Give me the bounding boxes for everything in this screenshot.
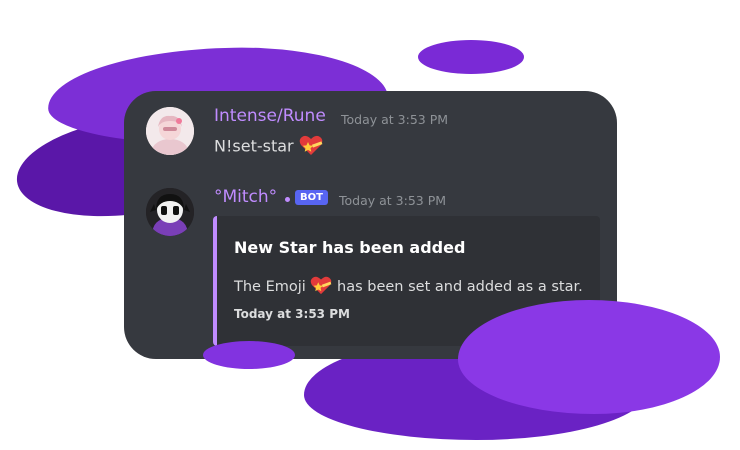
decor-blob	[418, 40, 524, 74]
author-name[interactable]: °Mitch°	[214, 187, 277, 207]
user-avatar[interactable]	[146, 107, 194, 155]
message-text: N!set-star	[214, 136, 294, 156]
message-content: N!set-star	[214, 134, 323, 160]
status-dot	[285, 197, 290, 202]
message-timestamp: Today at 3:53 PM	[341, 112, 449, 127]
star-heart-emoji-icon	[299, 134, 323, 160]
embed-desc-text: The Emoji	[234, 279, 306, 295]
bot-badge: BOT	[295, 190, 328, 205]
embed-footer: Today at 3:53 PM	[234, 307, 350, 321]
embed-description: The Emoji has been set and added as a st…	[234, 275, 583, 299]
message-timestamp: Today at 3:53 PM	[339, 193, 447, 208]
decor-blob	[203, 341, 295, 369]
bot-avatar[interactable]	[146, 188, 194, 236]
embed-desc-text: has been set and added as a star.	[337, 279, 583, 295]
decor-blob	[458, 300, 720, 414]
embed-title: New Star has been added	[234, 238, 466, 257]
author-name[interactable]: Intense/Rune	[214, 106, 326, 126]
star-heart-emoji-icon	[310, 275, 332, 299]
